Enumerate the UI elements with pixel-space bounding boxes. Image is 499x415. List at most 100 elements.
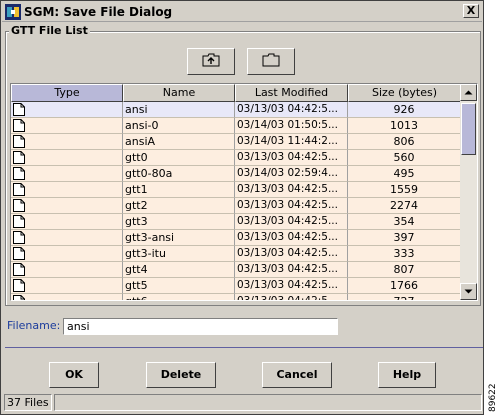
table-row[interactable]: ansi-0 03/14/03 01:50:5... 1013 [11, 118, 461, 134]
figure-id: 89622 [488, 383, 498, 412]
cell-type [11, 230, 123, 246]
file-icon [13, 183, 25, 196]
file-icon [13, 279, 25, 292]
file-icon [13, 199, 25, 212]
column-header-name[interactable]: Name [123, 84, 235, 102]
cell-last-modified: 03/14/03 01:50:5... [235, 118, 348, 134]
cell-last-modified: 03/13/03 04:42:5... [235, 102, 348, 118]
table-row[interactable]: gtt0 03/13/03 04:42:5... 560 [11, 150, 461, 166]
cell-name: gtt0 [123, 150, 235, 166]
title-bar: SGM: Save File Dialog X [2, 2, 482, 22]
cell-size: 926 [348, 102, 461, 118]
file-icon [13, 215, 25, 228]
cell-size: 333 [348, 246, 461, 262]
cancel-button[interactable]: Cancel [262, 362, 332, 388]
vertical-scrollbar[interactable] [460, 84, 477, 300]
arrow-down-icon [464, 289, 473, 294]
window-title: SGM: Save File Dialog [24, 4, 173, 19]
table-row[interactable]: ansi 03/13/03 04:42:5... 926 [11, 102, 461, 118]
table-row[interactable]: gtt3 03/13/03 04:42:5... 354 [11, 214, 461, 230]
cell-last-modified: 03/14/03 02:59:4... [235, 166, 348, 182]
folder-up-icon [202, 53, 220, 70]
cell-type [11, 118, 123, 134]
file-icon [13, 247, 25, 260]
file-table[interactable]: Type Name Last Modified Size (bytes) ans… [10, 83, 478, 301]
column-header-last-modified[interactable]: Last Modified [235, 84, 348, 102]
cell-last-modified: 03/13/03 04:42:5... [235, 150, 348, 166]
file-icon [13, 151, 25, 164]
cell-type [11, 134, 123, 150]
group-label: GTT File List [9, 24, 90, 37]
scroll-thumb[interactable] [461, 103, 476, 155]
cell-type [11, 102, 123, 118]
table-row[interactable]: gtt4 03/13/03 04:42:5... 807 [11, 262, 461, 278]
cell-size: 354 [348, 214, 461, 230]
cell-size: 806 [348, 134, 461, 150]
file-icon [13, 295, 25, 300]
status-bar: 37 Files [4, 394, 482, 412]
file-icon [13, 119, 25, 132]
filename-label: Filename: [7, 319, 61, 332]
cell-name: gtt3-itu [123, 246, 235, 262]
cell-size: 1013 [348, 118, 461, 134]
cell-type [11, 182, 123, 198]
ok-button[interactable]: OK [49, 362, 99, 388]
cell-name: gtt6 [123, 294, 235, 300]
arrow-up-icon [464, 90, 473, 95]
file-icon [13, 135, 25, 148]
save-file-dialog: SGM: Save File Dialog X GTT File List Ty… [0, 0, 484, 415]
table-row[interactable]: gtt603/13/03 04:42:5...727 [11, 294, 461, 300]
file-icon [13, 231, 25, 244]
cell-size: 397 [348, 230, 461, 246]
cell-last-modified: 03/13/03 04:42:5... [235, 294, 348, 300]
table-row[interactable]: gtt3-ansi 03/13/03 04:42:5... 397 [11, 230, 461, 246]
cell-type [11, 166, 123, 182]
file-count: 37 Files [4, 394, 52, 411]
cell-last-modified: 03/13/03 04:42:5... [235, 278, 348, 294]
cell-type [11, 294, 123, 300]
cell-size: 495 [348, 166, 461, 182]
cell-last-modified: 03/13/03 04:42:5... [235, 198, 348, 214]
status-empty [54, 394, 482, 411]
table-row[interactable]: gtt5 03/13/03 04:42:5... 1766 [11, 278, 461, 294]
table-row[interactable]: gtt2 03/13/03 04:42:5... 2274 [11, 198, 461, 214]
cell-size: 1559 [348, 182, 461, 198]
cell-name: gtt4 [123, 262, 235, 278]
cell-name: gtt1 [123, 182, 235, 198]
column-header-type[interactable]: Type [11, 84, 123, 102]
cell-name: gtt2 [123, 198, 235, 214]
cell-type [11, 214, 123, 230]
table-row[interactable]: gtt1 03/13/03 04:42:5... 1559 [11, 182, 461, 198]
file-icon [13, 167, 25, 180]
cell-type [11, 262, 123, 278]
filename-input[interactable]: ansi [63, 318, 338, 335]
close-button[interactable]: X [463, 4, 479, 18]
cell-size: 560 [348, 150, 461, 166]
cell-size: 2274 [348, 198, 461, 214]
new-folder-button[interactable] [247, 48, 295, 75]
cell-name: ansiA [123, 134, 235, 150]
table-row[interactable]: gtt3-itu 03/13/03 04:42:5... 333 [11, 246, 461, 262]
table-header: Type Name Last Modified Size (bytes) [11, 84, 461, 102]
help-button[interactable]: Help [378, 362, 436, 388]
cell-size: 1766 [348, 278, 461, 294]
scroll-down-button[interactable] [460, 283, 477, 300]
table-row[interactable]: ansiA 03/14/03 11:44:2... 806 [11, 134, 461, 150]
cell-last-modified: 03/13/03 04:42:5... [235, 182, 348, 198]
file-icon [13, 263, 25, 276]
up-folder-button[interactable] [187, 48, 235, 75]
cell-name: gtt3-ansi [123, 230, 235, 246]
cell-last-modified: 03/14/03 11:44:2... [235, 134, 348, 150]
cell-name: ansi [123, 102, 235, 118]
cell-type [11, 198, 123, 214]
cell-size: 807 [348, 262, 461, 278]
table-row[interactable]: gtt0-80a 03/14/03 02:59:4... 495 [11, 166, 461, 182]
delete-button[interactable]: Delete [146, 362, 216, 388]
column-header-size[interactable]: Size (bytes) [348, 84, 461, 102]
cell-type [11, 278, 123, 294]
separator [5, 347, 483, 348]
app-icon [5, 3, 21, 20]
cell-name: gtt5 [123, 278, 235, 294]
scroll-up-button[interactable] [460, 84, 477, 101]
cell-last-modified: 03/13/03 04:42:5... [235, 246, 348, 262]
